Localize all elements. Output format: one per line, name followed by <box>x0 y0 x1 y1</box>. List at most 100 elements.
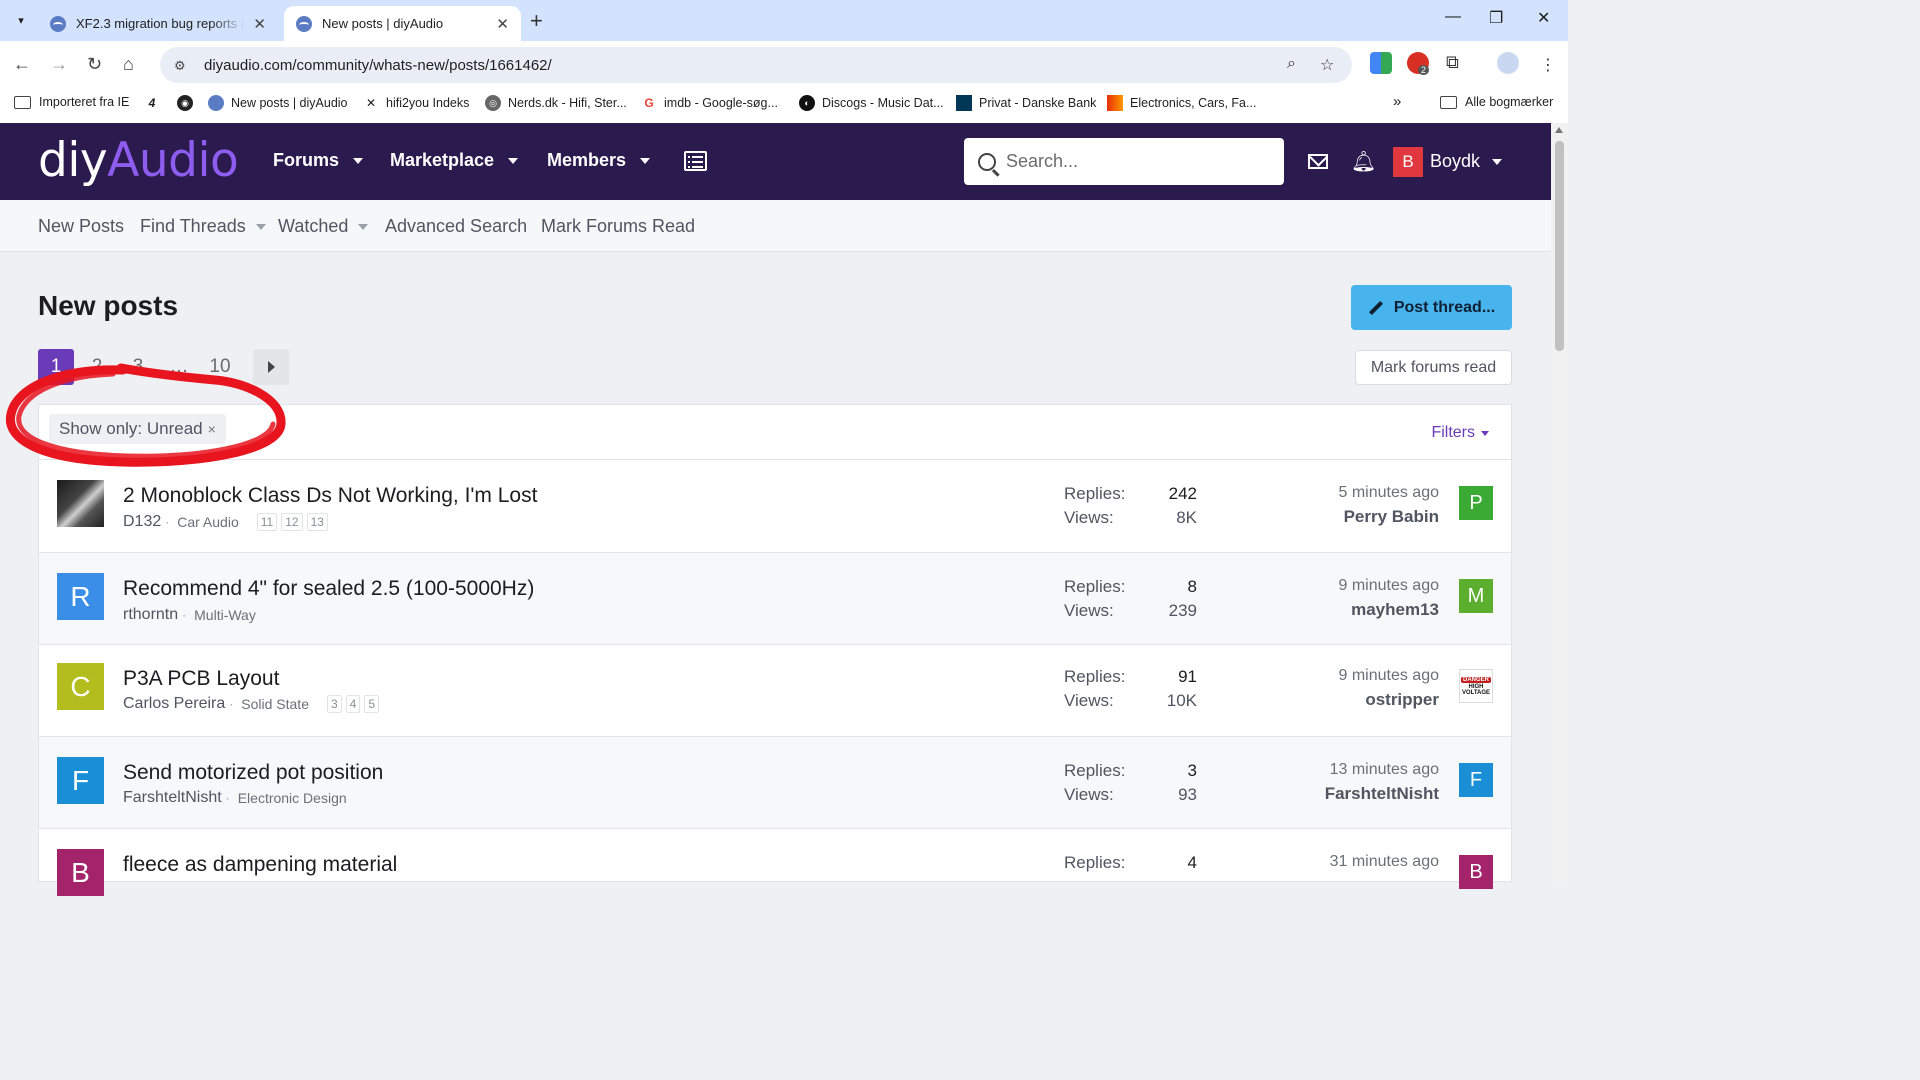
bookmark-nerds[interactable]: ◎ Nerds.dk - Hifi, Ster... <box>485 95 627 111</box>
extensions-puzzle-icon[interactable]: ⧉ <box>1446 52 1459 73</box>
thread-author[interactable]: rthorntn <box>123 606 178 624</box>
browser-tab-migration[interactable]: XF2.3 migration bug reports | d ✕ <box>38 6 278 41</box>
scroll-thumb[interactable] <box>1555 141 1564 351</box>
thread-forum[interactable]: Solid State <box>241 696 309 712</box>
address-bar[interactable]: ⚙ diyaudio.com/community/whats-new/posts… <box>160 47 1352 83</box>
subnav-mark-forums-read[interactable]: Mark Forums Read <box>541 216 695 237</box>
profile-icon[interactable] <box>1497 52 1519 74</box>
subnav-new-posts[interactable]: New Posts <box>38 216 124 237</box>
last-poster-avatar[interactable]: P <box>1459 486 1493 520</box>
reload-icon[interactable]: ↻ <box>87 54 102 75</box>
nav-members[interactable]: Members <box>547 150 651 171</box>
thread-row[interactable]: B fleece as dampening material Replies: … <box>39 829 1511 896</box>
new-tab-button[interactable]: + <box>530 8 543 34</box>
bookmark-hifi2you[interactable]: ✕ hifi2you Indeks <box>363 95 469 111</box>
thread-row[interactable]: C P3A PCB Layout Carlos Pereira · Solid St… <box>39 645 1511 737</box>
chevron-down-icon[interactable] <box>1492 158 1503 165</box>
page-ellipsis[interactable]: … <box>161 349 197 385</box>
minimize-icon[interactable]: — <box>1445 8 1461 26</box>
forward-arrow-icon[interactable]: → <box>50 54 68 75</box>
remove-filter-icon[interactable]: × <box>208 421 216 437</box>
thread-author-avatar[interactable]: R <box>57 573 104 620</box>
bookmark-imdb[interactable]: Gimdb - Google-søg... <box>641 95 778 111</box>
bookmark-danske-bank[interactable]: Privat - Danske Bank <box>956 95 1096 111</box>
browser-menu-icon[interactable]: ⋮ <box>1540 55 1556 75</box>
thread-author-avatar[interactable]: C <box>57 663 104 710</box>
bookmark-disc[interactable]: ◉ <box>177 95 200 111</box>
next-page-icon[interactable] <box>253 349 289 385</box>
last-post-time[interactable]: 13 minutes ago <box>1330 761 1439 779</box>
bookmark-discogs[interactable]: ◐ Discogs - Music Dat... <box>799 95 944 111</box>
subnav-watched[interactable]: Watched <box>278 216 369 237</box>
tab-close-icon[interactable]: ✕ <box>253 15 266 33</box>
thread-row[interactable]: R Recommend 4" for sealed 2.5 (100-5000H… <box>39 553 1511 645</box>
filter-chip-unread[interactable]: Show only: Unread × <box>49 414 226 444</box>
last-post-user[interactable]: ostripper <box>1365 690 1439 710</box>
thread-page-link[interactable]: 12 <box>281 513 303 531</box>
thread-title[interactable]: 2 Monoblock Class Ds Not Working, I'm Lo… <box>123 484 537 508</box>
last-post-time[interactable]: 31 minutes ago <box>1330 853 1439 871</box>
last-post-user[interactable]: FarshteltNisht <box>1325 784 1439 804</box>
filters-menu[interactable]: Filters <box>1431 424 1489 442</box>
nav-forums[interactable]: Forums <box>273 150 364 171</box>
bookmark-4[interactable]: 4 <box>144 95 167 111</box>
last-post-user[interactable]: mayhem13 <box>1351 600 1439 620</box>
post-thread-button[interactable]: Post thread... <box>1351 285 1512 330</box>
all-bookmarks[interactable]: Alle bogmærker <box>1440 95 1553 109</box>
home-icon[interactable]: ⌂ <box>123 54 134 75</box>
thread-page-link[interactable]: 4 <box>345 695 361 713</box>
page-10[interactable]: 10 <box>202 349 238 385</box>
bookmark-importeret[interactable]: Importeret fra IE <box>14 95 129 109</box>
thread-row[interactable]: 2 Monoblock Class Ds Not Working, I'm Lo… <box>39 460 1511 553</box>
tab-search-chevron-icon[interactable]: ▾ <box>10 8 32 32</box>
chevron-down-icon[interactable] <box>353 157 364 164</box>
thread-author-avatar[interactable]: B <box>57 849 104 896</box>
site-info-icon[interactable]: ⚙ <box>174 58 190 73</box>
translate-extension-icon[interactable] <box>1370 52 1392 74</box>
window-close-icon[interactable]: ✕ <box>1537 8 1550 28</box>
whats-new-list-icon[interactable] <box>684 151 707 171</box>
browser-tab-new-posts[interactable]: New posts | diyAudio ✕ <box>284 6 521 41</box>
chevron-down-icon[interactable] <box>358 223 369 230</box>
thread-row[interactable]: F Send motorized pot position FarshteltN… <box>39 737 1511 829</box>
subnav-advanced-search[interactable]: Advanced Search <box>385 216 527 237</box>
page-2[interactable]: 2 <box>79 349 115 385</box>
last-poster-avatar[interactable]: M <box>1459 579 1493 613</box>
page-3[interactable]: 3 <box>120 349 156 385</box>
thread-title[interactable]: fleece as dampening material <box>123 853 397 877</box>
diyaudio-logo[interactable]: diyAudio <box>38 133 239 188</box>
thread-forum[interactable]: Multi-Way <box>194 607 256 623</box>
search-input[interactable] <box>1006 151 1266 172</box>
thread-page-link[interactable]: 5 <box>364 695 380 713</box>
last-post-user[interactable]: Perry Babin <box>1344 507 1439 527</box>
tab-close-icon[interactable]: ✕ <box>496 15 509 33</box>
thread-page-link[interactable]: 13 <box>306 513 328 531</box>
danger-high-voltage-avatar-icon[interactable]: DANGER HIGH VOLTAGE <box>1459 669 1493 703</box>
bookmarks-overflow-icon[interactable]: » <box>1393 93 1401 110</box>
last-poster-avatar[interactable]: B <box>1459 855 1493 889</box>
page-scrollbar[interactable] <box>1551 123 1568 882</box>
thread-page-link[interactable]: 11 <box>256 513 278 531</box>
account-menu[interactable]: Boydk <box>1430 151 1503 172</box>
thread-page-link[interactable]: 3 <box>326 695 342 713</box>
bookmark-diyaudio[interactable]: New posts | diyAudio <box>208 95 348 111</box>
thread-forum[interactable]: Electronic Design <box>238 790 347 806</box>
chevron-down-icon[interactable] <box>508 157 519 164</box>
thread-title[interactable]: Send motorized pot position <box>123 761 383 785</box>
thread-author-avatar[interactable]: F <box>57 757 104 804</box>
zoom-icon[interactable]: ⌕ <box>1287 55 1296 73</box>
thread-forum[interactable]: Car Audio <box>177 514 238 530</box>
last-post-time[interactable]: 9 minutes ago <box>1338 577 1439 595</box>
subnav-find-threads[interactable]: Find Threads <box>140 216 266 237</box>
user-avatar[interactable]: B <box>1393 147 1423 177</box>
thread-author-avatar[interactable] <box>57 480 104 527</box>
last-post-time[interactable]: 9 minutes ago <box>1338 667 1439 685</box>
chevron-down-icon[interactable] <box>640 157 651 164</box>
page-1[interactable]: 1 <box>38 349 74 385</box>
alerts-bell-icon[interactable]: 🔔︎ <box>1351 149 1376 174</box>
thread-author[interactable]: FarshteltNisht <box>123 789 222 807</box>
inbox-envelope-icon[interactable] <box>1308 154 1328 169</box>
back-arrow-icon[interactable]: ← <box>13 54 31 75</box>
restore-icon[interactable]: ❐ <box>1489 8 1503 28</box>
search-box[interactable] <box>964 138 1284 185</box>
